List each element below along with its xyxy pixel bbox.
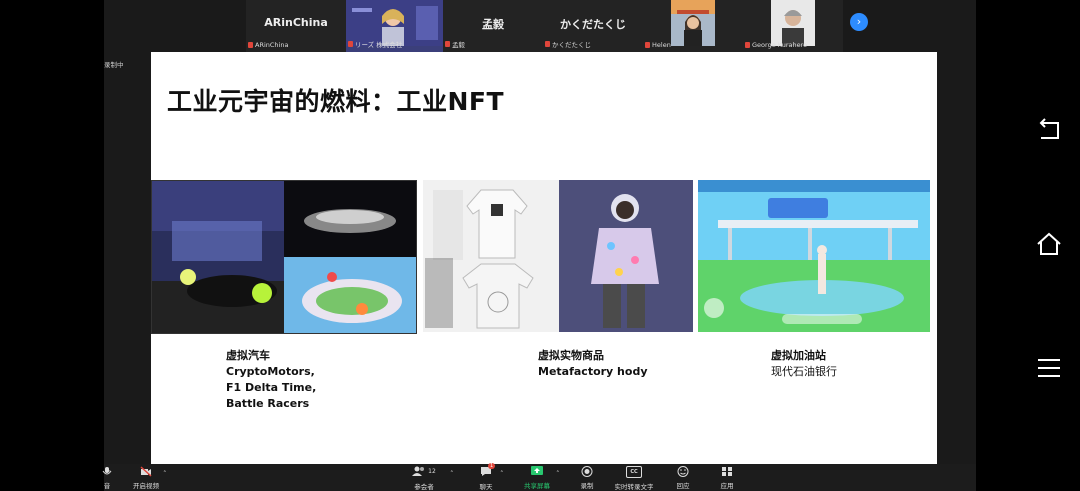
start-video-button[interactable]: 开启视频 bbox=[126, 466, 166, 490]
start-video-label: 开启视频 bbox=[133, 482, 159, 490]
record-icon bbox=[581, 466, 593, 477]
mic-muted-icon bbox=[248, 42, 253, 48]
caption-line: Battle Racers bbox=[226, 397, 310, 410]
mic-muted-icon bbox=[545, 41, 550, 47]
video-off-icon bbox=[140, 466, 152, 477]
caption-line: F1 Delta Time, bbox=[226, 381, 317, 394]
participants-button[interactable]: 12 参会者 bbox=[409, 466, 439, 491]
mic-muted-icon bbox=[645, 42, 650, 48]
participant-tile-video-1[interactable]: リーズ 株式会社 bbox=[346, 0, 443, 52]
participants-count: 12 bbox=[428, 468, 436, 475]
next-participants-button[interactable]: › bbox=[850, 13, 868, 31]
participant-name: かくだたくじ bbox=[560, 18, 626, 31]
participant-video-thumbnail bbox=[771, 0, 815, 46]
caption-line: 现代石油银行 bbox=[771, 365, 837, 378]
share-screen-icon bbox=[531, 466, 543, 475]
mic-muted-icon bbox=[445, 41, 450, 47]
participant-label: Helen bbox=[652, 41, 671, 49]
virtual-cars-collage bbox=[152, 181, 416, 333]
reactions-button[interactable]: 回应 bbox=[670, 466, 696, 490]
caption-heading: 虚拟加油站 bbox=[771, 349, 826, 362]
mic-muted-icon bbox=[745, 42, 750, 48]
caption-line: Metafactory hody bbox=[538, 365, 648, 378]
apps-button[interactable]: 应用 bbox=[714, 466, 740, 490]
audio-label: 音 bbox=[103, 482, 111, 490]
left-letterbox bbox=[0, 0, 104, 491]
apps-icon bbox=[722, 467, 732, 476]
participant-tile-arinchina[interactable]: ARinChina ARinChina bbox=[246, 0, 346, 52]
menu-icon[interactable] bbox=[1034, 353, 1064, 383]
caption-virtual-gas-station: 虚拟加油站 现代石油银行 bbox=[771, 348, 837, 380]
chat-unread-badge: 1 bbox=[488, 463, 496, 469]
caption-heading: 虚拟汽车 bbox=[226, 349, 270, 362]
caption-line: CryptoMotors, bbox=[226, 365, 315, 378]
share-screen-label: 共享屏幕 bbox=[524, 482, 550, 490]
android-navigation-bar bbox=[976, 0, 1080, 491]
recording-indicator: 录制中 bbox=[104, 61, 124, 69]
participants-label: 参会者 bbox=[414, 483, 434, 491]
participant-tile-mengyi[interactable]: 孟毅 孟毅 bbox=[443, 0, 543, 52]
back-icon[interactable] bbox=[1034, 114, 1064, 144]
caption-heading: 虚拟实物商品 bbox=[538, 349, 604, 362]
slide-image-virtual-cars bbox=[151, 180, 417, 334]
apps-label: 应用 bbox=[720, 482, 734, 490]
mic-muted-icon bbox=[348, 41, 353, 47]
slide-title: 工业元宇宙的燃料：工业NFT bbox=[167, 87, 505, 116]
chat-button[interactable]: 1 聊天 bbox=[471, 463, 501, 491]
participants-options-caret-icon[interactable]: ˄ bbox=[450, 470, 454, 478]
participant-tile-helen[interactable]: Helen bbox=[643, 0, 743, 52]
participant-label: リーズ 株式会社 bbox=[355, 41, 403, 49]
home-icon[interactable] bbox=[1034, 229, 1064, 259]
participant-tile-george[interactable]: George Kurahero bbox=[743, 0, 843, 52]
slide-image-virtual-gas-station bbox=[698, 180, 930, 332]
participant-label: ARinChina bbox=[255, 41, 289, 49]
participant-label: かくだたくじ bbox=[552, 41, 591, 49]
virtual-gas-station-scene bbox=[698, 180, 930, 332]
participant-name: 孟毅 bbox=[482, 18, 504, 31]
record-label: 录制 bbox=[580, 482, 594, 490]
record-button[interactable]: 录制 bbox=[574, 466, 600, 490]
caption-virtual-cars: 虚拟汽车 CryptoMotors, F1 Delta Time, Battle… bbox=[226, 348, 316, 412]
zoom-meeting-window: ARinChina ARinChina リーズ 株式会社 孟毅 孟毅 かくだたく… bbox=[102, 0, 976, 491]
participant-label: 孟毅 bbox=[452, 41, 465, 49]
share-screen-button[interactable]: 共享屏幕 bbox=[519, 466, 555, 490]
chat-options-caret-icon[interactable]: ˄ bbox=[500, 470, 504, 478]
caption-virtual-merch: 虚拟实物商品 Metafactory hody bbox=[538, 348, 648, 380]
audio-button[interactable]: 音 bbox=[98, 466, 116, 490]
chat-label: 聊天 bbox=[479, 483, 493, 491]
participant-name: ARinChina bbox=[264, 16, 328, 29]
live-transcript-label: 实时转录文字 bbox=[614, 483, 654, 491]
share-options-caret-icon[interactable]: ˄ bbox=[556, 470, 560, 478]
participants-icon bbox=[412, 466, 425, 476]
virtual-merch-collage bbox=[423, 180, 693, 332]
audio-options-caret-icon[interactable]: ˄ bbox=[108, 470, 112, 478]
closed-caption-icon: CC bbox=[626, 466, 642, 478]
shared-slide: 工业元宇宙的燃料：工业NFT 虚拟汽车 CryptoMotors, F1 Del… bbox=[151, 52, 937, 464]
live-transcript-button[interactable]: CC 实时转录文字 bbox=[612, 466, 656, 491]
participant-video-thumbnail bbox=[671, 0, 715, 46]
reactions-label: 回应 bbox=[676, 482, 690, 490]
participant-label: George Kurahero bbox=[752, 41, 808, 49]
video-options-caret-icon[interactable]: ˄ bbox=[163, 470, 167, 478]
meeting-toolbar: 音 ˄ 开启视频 ˄ 12 参会者 ˄ 1 聊天 ˄ 共享屏幕 ˄ 录制 CC … bbox=[102, 463, 976, 491]
smiley-icon bbox=[677, 466, 689, 477]
participant-tile-kakudatakuji[interactable]: かくだたくじ かくだたくじ bbox=[543, 0, 643, 52]
slide-image-virtual-merch bbox=[423, 180, 693, 332]
